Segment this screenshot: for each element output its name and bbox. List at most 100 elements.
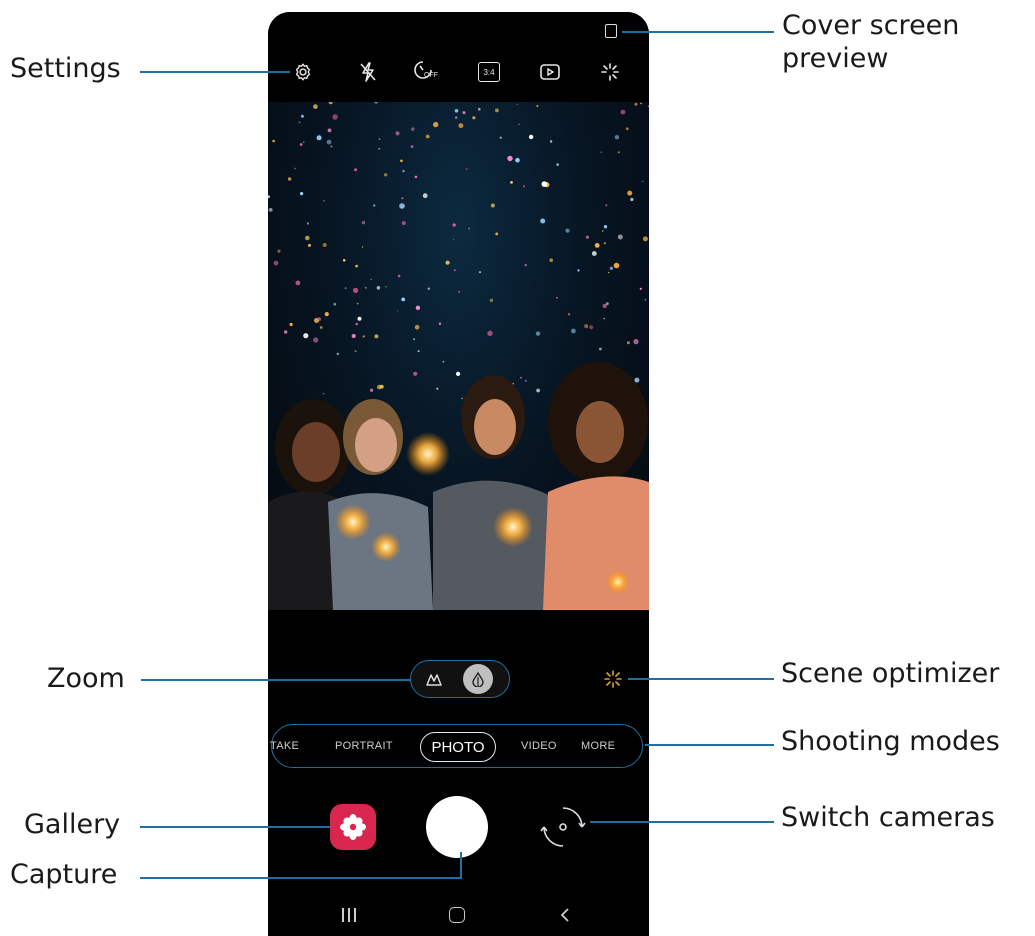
confetti-dot xyxy=(577,269,580,272)
confetti-dot xyxy=(355,322,358,326)
confetti-dot xyxy=(642,180,644,183)
confetti-dot xyxy=(319,326,323,329)
confetti-dot xyxy=(565,228,570,233)
confetti-dot xyxy=(626,341,630,345)
confetti-dot xyxy=(272,139,275,143)
gallery-button[interactable] xyxy=(330,804,376,850)
mode-video[interactable]: VIDEO xyxy=(521,740,557,752)
confetti-dot xyxy=(556,163,560,166)
home-icon[interactable] xyxy=(449,907,465,923)
confetti-dot xyxy=(333,302,337,306)
confetti-dot xyxy=(507,155,513,162)
gallery-flower-icon xyxy=(340,814,366,840)
camera-viewfinder[interactable] xyxy=(268,102,649,610)
confetti-dot xyxy=(462,111,466,115)
confetti-dot xyxy=(472,116,476,120)
leader-cover-screen-preview xyxy=(622,31,774,33)
confetti-dot xyxy=(617,151,620,154)
phone-screen: OFF 3:4 TAKE PORTRAIT PHOTO VIDEO MORE xyxy=(268,12,649,936)
confetti-dot xyxy=(303,333,309,339)
confetti-dot xyxy=(520,376,522,379)
confetti-dot xyxy=(413,338,416,341)
confetti-dot xyxy=(625,127,629,131)
confetti-dot xyxy=(342,259,346,262)
confetti-dot xyxy=(489,298,494,302)
confetti-dot xyxy=(594,243,600,248)
confetti-dot xyxy=(614,135,620,140)
confetti-dot xyxy=(351,333,356,339)
confetti-dot xyxy=(549,140,553,143)
confetti-dot xyxy=(453,269,456,272)
capture-button[interactable] xyxy=(426,796,488,858)
confetti-dot xyxy=(454,109,459,113)
confetti-dot xyxy=(316,135,322,141)
flash-off-icon[interactable] xyxy=(356,60,380,84)
confetti-dot xyxy=(361,246,364,248)
confetti-dot xyxy=(556,296,558,299)
confetti-dot xyxy=(585,235,589,239)
confetti-dot xyxy=(630,197,634,202)
confetti-dot xyxy=(330,145,333,148)
back-icon[interactable] xyxy=(558,907,574,923)
confetti-dot xyxy=(373,204,376,207)
zoom-wide-icon[interactable] xyxy=(421,666,447,692)
confetti-dot xyxy=(600,151,602,153)
mode-photo[interactable]: PHOTO xyxy=(420,732,496,762)
confetti-dot xyxy=(524,379,527,382)
confetti-dot xyxy=(322,392,325,395)
mode-portrait[interactable]: PORTRAIT xyxy=(335,740,393,752)
confetti-dot xyxy=(384,173,388,177)
confetti-dot xyxy=(603,317,605,320)
confetti-dot xyxy=(295,280,301,286)
ratio-icon[interactable]: 3:4 xyxy=(476,60,502,84)
confetti-dot xyxy=(523,185,525,188)
confetti-dot xyxy=(300,192,304,196)
confetti-dot xyxy=(549,258,553,262)
recent-apps-icon[interactable] xyxy=(342,908,358,922)
zoom-control[interactable] xyxy=(410,660,510,698)
confetti-dot xyxy=(336,352,339,356)
mode-more[interactable]: MORE xyxy=(581,740,615,752)
confetti-dot xyxy=(323,199,325,202)
scene-optimizer-icon[interactable] xyxy=(602,668,624,690)
confetti-dot xyxy=(332,114,338,120)
confetti-dot xyxy=(378,147,381,150)
motion-photo-icon[interactable] xyxy=(538,60,562,84)
confetti-dot xyxy=(535,331,541,336)
timer-off-icon[interactable]: OFF xyxy=(413,60,443,84)
confetti-dot xyxy=(524,264,527,267)
switch-cameras-button[interactable] xyxy=(538,802,588,852)
filter-icon[interactable] xyxy=(598,60,622,84)
confetti-dot xyxy=(327,128,332,133)
confetti-dot xyxy=(361,220,366,225)
confetti-dot xyxy=(495,232,499,236)
confetti-dot xyxy=(313,104,318,109)
confetti-dot xyxy=(353,287,359,293)
confetti-dot xyxy=(289,322,293,327)
confetti-dot xyxy=(605,204,608,207)
confetti-dot xyxy=(397,310,399,312)
callout-shooting-modes: Shooting modes xyxy=(781,726,1000,757)
settings-icon[interactable] xyxy=(291,60,315,84)
zoom-standard-icon[interactable] xyxy=(463,664,493,694)
leader-switch-cameras xyxy=(590,821,774,823)
confetti-dot xyxy=(397,274,401,278)
cover-screen-preview-icon[interactable] xyxy=(605,24,617,38)
confetti-dot xyxy=(305,235,310,241)
confetti-dot xyxy=(620,109,626,115)
confetti-dot xyxy=(322,243,327,247)
confetti-dot xyxy=(303,141,305,143)
confetti-dot xyxy=(401,197,404,200)
confetti-dot xyxy=(584,324,589,329)
leader-capture-vertical xyxy=(460,852,462,879)
confetti-dot xyxy=(400,159,403,163)
mode-take[interactable]: TAKE xyxy=(270,740,299,752)
confetti-dot xyxy=(324,312,329,317)
confetti-dot xyxy=(487,330,493,336)
confetti-dot xyxy=(370,388,374,392)
confetti-dot xyxy=(402,169,405,173)
confetti-dot xyxy=(284,330,288,334)
confetti-dot xyxy=(453,239,455,241)
confetti-dot xyxy=(478,107,481,111)
confetti-dot xyxy=(425,134,430,139)
